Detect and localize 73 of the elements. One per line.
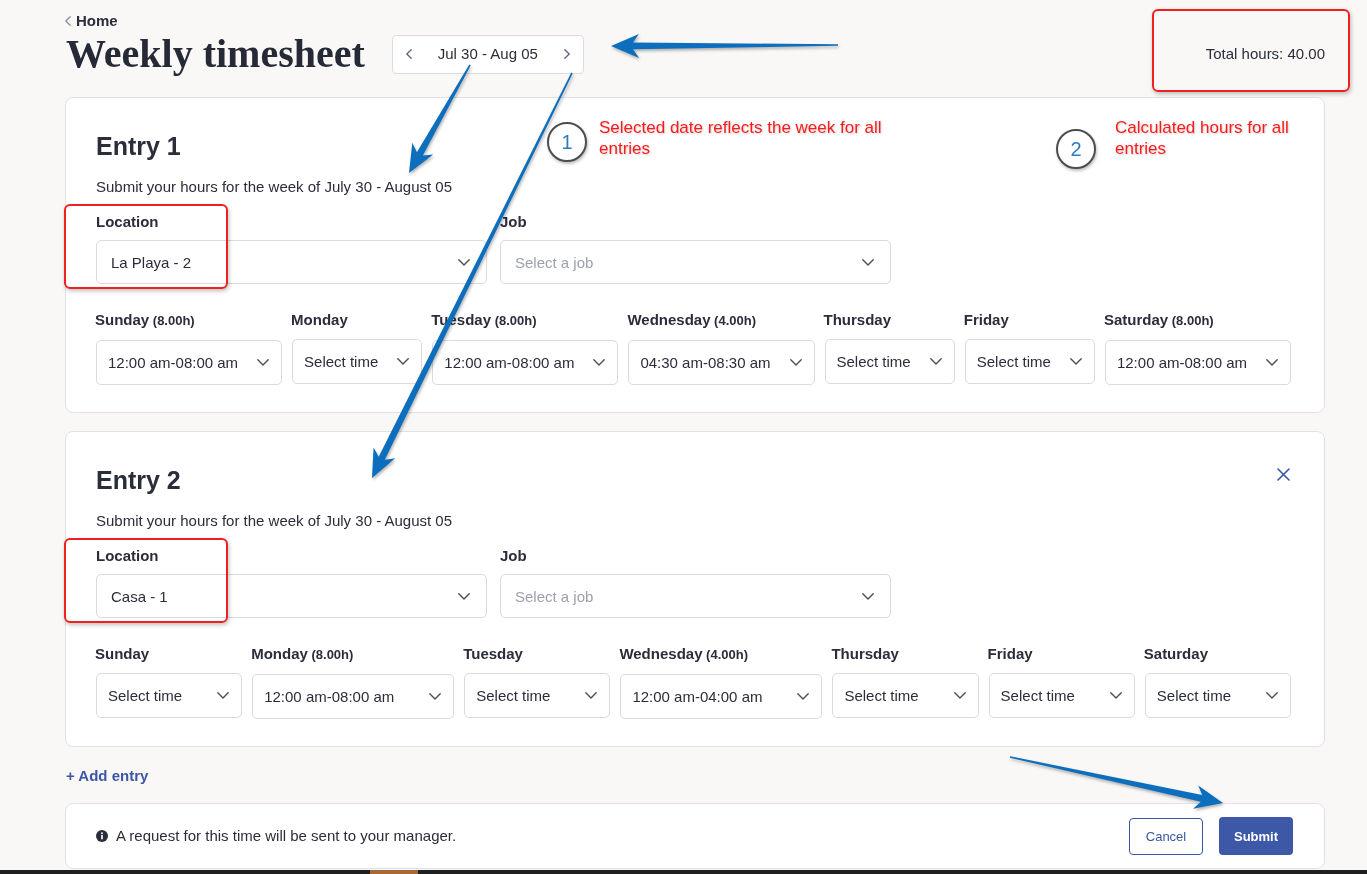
day-label: Thursday	[823, 310, 892, 330]
chevron-down-icon	[1266, 359, 1279, 366]
entry-subtitle: Submit your hours for the week of July 30 - August 05	[96, 177, 454, 197]
time-select[interactable]: Select time	[964, 339, 1095, 384]
day-label: Monday (8.00h)	[251, 644, 355, 664]
time-select[interactable]: Select time	[464, 673, 611, 718]
day-label: Sunday (8.00h)	[95, 310, 196, 330]
chevron-down-icon	[217, 692, 230, 699]
chevron-down-icon	[429, 693, 442, 700]
time-select[interactable]: 12:00 am-08:00 am	[96, 340, 283, 385]
annotation-note: Selected date reflects the week for all entries	[599, 117, 883, 159]
day-label: Wednesday (4.00h)	[619, 644, 749, 664]
chevron-down-icon	[585, 692, 598, 699]
time-select[interactable]: Select time	[832, 673, 979, 718]
chevron-right-icon	[563, 49, 570, 59]
submit-button[interactable]: Submit	[1219, 817, 1293, 855]
cancel-button[interactable]: Cancel	[1129, 817, 1203, 855]
time-select[interactable]: 12:00 am-08:00 am	[1104, 340, 1292, 385]
time-select[interactable]: 12:00 am-04:00 am	[620, 674, 823, 719]
day-label: Friday	[987, 644, 1034, 664]
chevron-down-icon	[953, 692, 966, 699]
chevron-down-icon	[257, 359, 270, 366]
day-label: Thursday	[831, 644, 900, 664]
day-label: Saturday (8.00h)	[1103, 310, 1215, 330]
chevron-down-icon	[1109, 692, 1122, 699]
remove-entry-button[interactable]	[1277, 468, 1290, 481]
close-icon	[1277, 468, 1290, 481]
chevron-down-icon	[1265, 692, 1278, 699]
day-label: Monday	[291, 310, 349, 330]
info-icon	[96, 830, 108, 842]
chevron-down-icon	[862, 592, 874, 600]
chevron-left-icon	[405, 49, 412, 59]
chevron-down-icon	[1069, 358, 1082, 365]
entry-title: Entry 1	[96, 131, 181, 161]
annotation-note: Calculated hours for all entries	[1115, 117, 1290, 159]
chevron-down-icon	[929, 358, 942, 365]
week-range: Jul 30 - Aug 05	[437, 44, 538, 64]
time-select[interactable]: 12:00 am-08:00 am	[432, 340, 619, 385]
entry-title: Entry 2	[96, 465, 181, 495]
field-label: Location	[96, 546, 160, 566]
field-label: Location	[96, 212, 160, 232]
entry-subtitle: Submit your hours for the week of July 30 - August 05	[96, 511, 454, 531]
chevron-left-icon	[65, 16, 71, 26]
notice-text: A request for this time will be sent to your manager.	[116, 826, 457, 846]
time-select[interactable]: 12:00 am-08:00 am	[252, 674, 455, 719]
page-title: Weekly timesheet	[66, 32, 365, 76]
next-week-button[interactable]	[563, 49, 570, 59]
chevron-down-icon	[797, 693, 810, 700]
day-label: Wednesday (4.00h)	[627, 310, 757, 330]
time-select[interactable]: Select time	[1144, 673, 1291, 718]
previous-week-button[interactable]	[405, 49, 412, 59]
day-label: Friday	[963, 310, 1010, 330]
home-link[interactable]: Home	[65, 12, 118, 30]
location-select[interactable]: La Playa - 2	[96, 240, 487, 284]
time-select[interactable]: Select time	[292, 339, 423, 384]
time-select[interactable]: Select time	[824, 339, 955, 384]
day-label: Sunday	[95, 644, 151, 664]
chevron-down-icon	[593, 359, 606, 366]
field-label: Job	[500, 546, 528, 566]
chevron-down-icon	[458, 258, 470, 266]
add-entry-link[interactable]: + Add entry	[66, 766, 149, 786]
total-hours: Total hours: 40.00	[1205, 44, 1325, 64]
field-label: Job	[500, 212, 528, 232]
location-select[interactable]: Casa - 1	[96, 574, 487, 618]
time-select[interactable]: Select time	[96, 673, 243, 718]
time-select[interactable]: 04:30 am-08:30 am	[628, 340, 815, 385]
day-label: Tuesday	[463, 644, 524, 664]
chevron-down-icon	[789, 359, 802, 366]
chevron-down-icon	[862, 258, 874, 266]
chevron-down-icon	[458, 592, 470, 600]
chevron-down-icon	[397, 358, 410, 365]
day-label: Saturday	[1143, 644, 1209, 664]
time-select[interactable]: Select time	[988, 673, 1135, 718]
